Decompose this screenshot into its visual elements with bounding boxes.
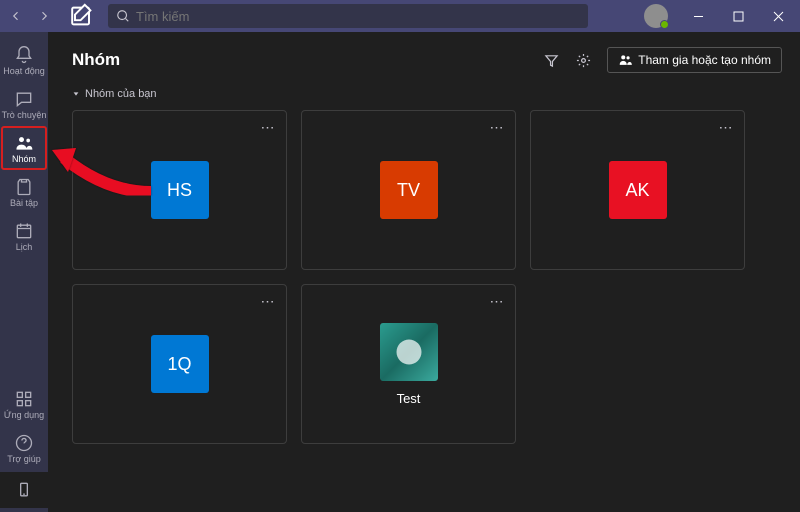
team-avatar: 1Q — [151, 335, 209, 393]
rail-activity[interactable]: Hoạt động — [0, 38, 48, 82]
rail-teams[interactable]: Nhóm — [0, 126, 48, 170]
chevron-down-icon — [72, 90, 80, 98]
nav-forward-button[interactable] — [32, 4, 56, 28]
team-name: Test — [397, 391, 421, 406]
device-icon — [14, 480, 34, 500]
team-avatar: HS — [151, 161, 209, 219]
close-button[interactable] — [760, 2, 796, 30]
compose-button[interactable] — [68, 2, 96, 30]
calendar-icon — [14, 221, 34, 241]
people-icon — [618, 53, 632, 67]
search-icon — [116, 9, 130, 23]
body: Hoạt động Trò chuyện Nhóm Bài tập Lịch Ứ… — [0, 32, 800, 512]
rail-label: Trợ giúp — [7, 454, 41, 464]
filter-button[interactable] — [537, 46, 565, 74]
rail-assignments[interactable]: Bài tập — [0, 170, 48, 214]
rail-label: Lịch — [16, 242, 33, 252]
help-icon — [14, 433, 34, 453]
settings-button[interactable] — [569, 46, 597, 74]
team-card[interactable]: ⋯ 1Q — [72, 284, 287, 444]
join-create-team-button[interactable]: Tham gia hoặc tạo nhóm — [607, 47, 782, 73]
section-your-teams[interactable]: Nhóm của bạn — [72, 88, 782, 100]
maximize-button[interactable] — [720, 2, 756, 30]
team-avatar — [380, 323, 438, 381]
team-avatar: TV — [380, 161, 438, 219]
rail-download[interactable] — [0, 472, 48, 508]
card-more-button[interactable]: ⋯ — [487, 293, 507, 310]
main-content: Nhóm Tham gia hoặc tạo nhóm Nhóm của bạn… — [48, 32, 800, 512]
search-input[interactable] — [136, 9, 580, 24]
apps-icon — [14, 389, 34, 409]
rail-label: Hoạt động — [3, 66, 45, 76]
rail-help[interactable]: Trợ giúp — [0, 426, 48, 470]
team-card[interactable]: ⋯ AK — [530, 110, 745, 270]
rail-chat[interactable]: Trò chuyện — [0, 82, 48, 126]
presence-badge — [660, 20, 669, 29]
card-more-button[interactable]: ⋯ — [258, 119, 278, 136]
chat-icon — [14, 89, 34, 109]
card-more-button[interactable]: ⋯ — [258, 293, 278, 310]
teams-grid: ⋯ HS ⋯ TV ⋯ AK ⋯ 1Q ⋯ Test — [72, 110, 782, 444]
search-box[interactable] — [108, 4, 588, 28]
rail-label: Bài tập — [10, 198, 38, 208]
minimize-button[interactable] — [680, 2, 716, 30]
card-more-button[interactable]: ⋯ — [487, 119, 507, 136]
page-header: Nhóm Tham gia hoặc tạo nhóm — [72, 46, 782, 74]
team-card[interactable]: ⋯ HS — [72, 110, 287, 270]
user-avatar[interactable] — [644, 4, 668, 28]
join-button-label: Tham gia hoặc tạo nhóm — [638, 53, 771, 67]
card-more-button[interactable]: ⋯ — [716, 119, 736, 136]
rail-label: Ứng dụng — [4, 410, 44, 420]
rail-apps[interactable]: Ứng dụng — [0, 382, 48, 426]
title-bar — [0, 0, 800, 32]
rail-label: Trò chuyện — [2, 110, 47, 120]
rail-label: Nhóm — [12, 154, 36, 164]
rail-calendar[interactable]: Lịch — [0, 214, 48, 258]
assignments-icon — [14, 177, 34, 197]
filter-icon — [544, 53, 559, 68]
team-card[interactable]: ⋯ Test — [301, 284, 516, 444]
team-card[interactable]: ⋯ TV — [301, 110, 516, 270]
app-rail: Hoạt động Trò chuyện Nhóm Bài tập Lịch Ứ… — [0, 32, 48, 512]
team-avatar: AK — [609, 161, 667, 219]
gear-icon — [576, 53, 591, 68]
teams-icon — [14, 133, 34, 153]
nav-back-button[interactable] — [4, 4, 28, 28]
bell-icon — [14, 45, 34, 65]
page-title: Nhóm — [72, 50, 533, 70]
section-label: Nhóm của bạn — [85, 88, 157, 100]
